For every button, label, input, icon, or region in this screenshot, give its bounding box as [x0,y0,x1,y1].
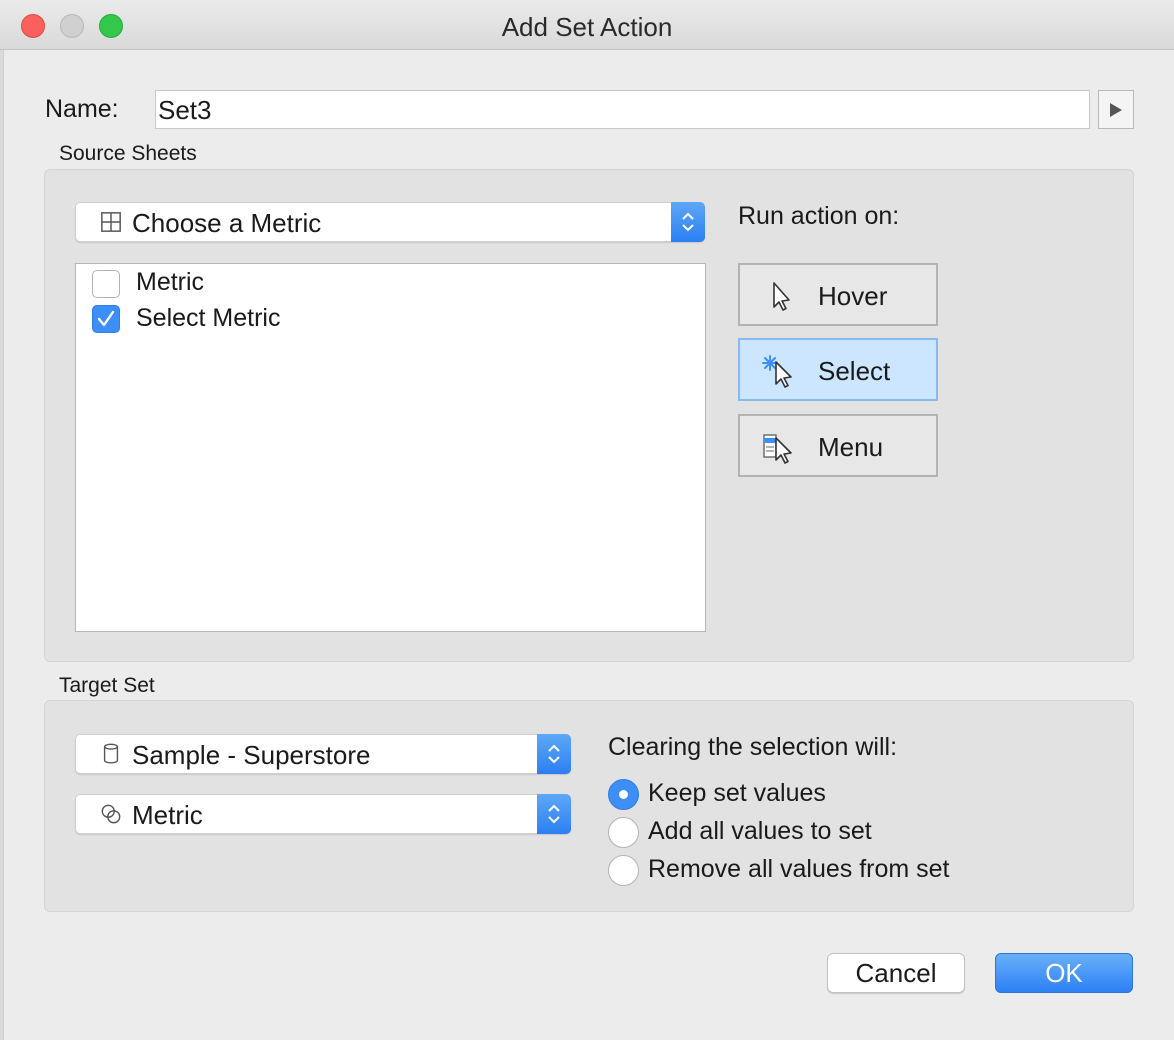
title-bar: Add Set Action [0,0,1174,50]
keep-set-values-radio[interactable] [608,779,639,810]
database-icon [103,743,119,764]
cancel-button[interactable]: Cancel [827,953,965,993]
select-button[interactable]: Select [738,338,938,401]
add-all-values-option[interactable]: Add all values to set [608,816,1028,850]
play-arrow-icon [1110,103,1122,117]
run-action-label: Run action on: [738,202,900,230]
select-cursor-icon [762,355,792,388]
menu-cursor-icon [763,434,792,464]
hover-button-label: Hover [818,281,888,311]
menu-button-label: Menu [818,432,884,462]
set-dropdown-value: Metric [132,800,203,830]
sheet-dropdown-stepper[interactable] [671,202,705,242]
datasource-dropdown-stepper[interactable] [537,734,571,774]
keep-set-values-label: Keep set values [648,779,826,807]
select-button-label: Select [818,356,891,386]
chevron-up-down-icon [548,744,560,764]
insert-field-button[interactable] [1098,90,1134,129]
hover-button[interactable]: Hover [738,263,938,326]
name-label: Name: [45,95,119,123]
chevron-up-down-icon [548,804,560,824]
metric-checkbox[interactable] [92,270,120,298]
chevron-up-down-icon [682,212,694,232]
sheet-dropdown[interactable]: Choose a Metric [75,202,705,242]
grid-icon [101,212,121,232]
checkmark-icon [97,310,115,327]
menu-button[interactable]: Menu [738,414,938,477]
name-input[interactable]: Set3 [155,90,1090,129]
background-window-edge [0,50,4,1040]
add-all-values-radio[interactable] [608,817,639,848]
remove-all-values-radio[interactable] [608,855,639,886]
remove-all-values-option[interactable]: Remove all values from set [608,854,1028,888]
window-title: Add Set Action [501,12,673,42]
list-item[interactable]: Metric [76,264,696,302]
select-metric-checkbox[interactable] [92,305,120,333]
keep-set-values-option[interactable]: Keep set values [608,778,1028,812]
list-item-label: Metric [136,268,205,296]
datasource-dropdown[interactable]: Sample - Superstore [75,734,571,774]
datasource-dropdown-value: Sample - Superstore [132,740,371,770]
source-sheets-label: Source Sheets [59,142,197,165]
target-set-label: Target Set [59,674,155,697]
list-item-label: Select Metric [136,304,281,332]
clearing-label: Clearing the selection will: [608,733,898,761]
add-all-values-label: Add all values to set [648,817,872,845]
sheet-dropdown-value: Choose a Metric [132,208,322,238]
cursor-icon [773,282,790,311]
set-dropdown-stepper[interactable] [537,794,571,834]
set-dropdown[interactable]: Metric [75,794,571,834]
list-item[interactable]: Select Metric [76,302,696,340]
set-icon [101,804,121,824]
source-sheets-list[interactable]: Metric Select Metric [75,263,706,632]
remove-all-values-label: Remove all values from set [648,855,950,883]
ok-button[interactable]: OK [995,953,1133,993]
